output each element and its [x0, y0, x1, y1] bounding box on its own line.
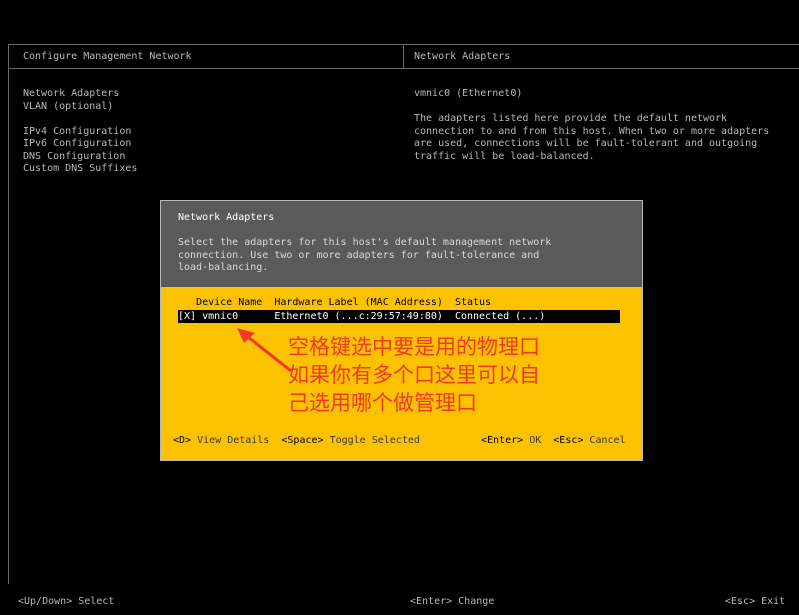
annotation-arrow-icon	[237, 328, 292, 373]
menu-item-dns[interactable]: DNS Configuration	[23, 151, 137, 164]
cancel-key[interactable]: <Esc>	[553, 435, 583, 446]
toggle-selected-label: Toggle Selected	[329, 435, 420, 446]
cancel-label: Cancel	[589, 435, 626, 446]
footer-exit-hint: <Esc> Exit	[725, 596, 786, 607]
dialog-keys-left: <D> View Details <Space> Toggle Selected	[173, 435, 420, 448]
toggle-selected-key[interactable]: <Space>	[281, 435, 323, 446]
ok-key[interactable]: <Enter>	[481, 435, 523, 446]
config-menu: Network Adapters VLAN (optional) IPv4 Co…	[23, 88, 137, 176]
footer-change-hint: <Enter> Change	[410, 596, 495, 607]
view-details-key[interactable]: <D>	[173, 435, 191, 446]
adapter-row-vmnic0[interactable]: [X] vmnic0 Ethernet0 (...c:29:57:49:80) …	[178, 310, 620, 323]
column-divider	[403, 45, 404, 68]
dialog-keys-right: <Enter> OK <Esc> Cancel	[481, 435, 626, 448]
network-adapters-dialog: Network Adapters Select the adapters for…	[160, 200, 643, 461]
dialog-body: Device Name Hardware Label (MAC Address)…	[161, 287, 642, 460]
menu-item-network-adapters[interactable]: Network Adapters	[23, 88, 137, 101]
dialog-title: Network Adapters	[178, 212, 275, 223]
annotation-text: 空格键选中要是用的物理口 如果你有多个口这里可以自 己选用哪个做管理口	[288, 335, 540, 415]
view-details-label: View Details	[197, 435, 270, 446]
menu-item-ipv6[interactable]: IPv6 Configuration	[23, 138, 137, 151]
dialog-instructions: Select the adapters for this host's defa…	[178, 237, 552, 273]
adapter-description: The adapters listed here provide the def…	[414, 113, 770, 162]
footer-select-hint: <Up/Down> Select	[18, 596, 115, 607]
adapter-summary: vmnic0 (Ethernet0)	[414, 88, 523, 99]
menu-item-dns-suffixes[interactable]: Custom DNS Suffixes	[23, 163, 137, 176]
adapter-table-header: Device Name Hardware Label (MAC Address)…	[178, 297, 492, 308]
right-pane-title: Network Adapters	[414, 51, 511, 62]
page-title: Configure Management Network	[23, 51, 192, 62]
header-divider	[9, 68, 799, 69]
dialog-header: Network Adapters Select the adapters for…	[161, 201, 642, 287]
menu-item-vlan[interactable]: VLAN (optional)	[23, 101, 137, 114]
ok-label: OK	[529, 435, 542, 446]
menu-item-ipv4[interactable]: IPv4 Configuration	[23, 126, 137, 139]
